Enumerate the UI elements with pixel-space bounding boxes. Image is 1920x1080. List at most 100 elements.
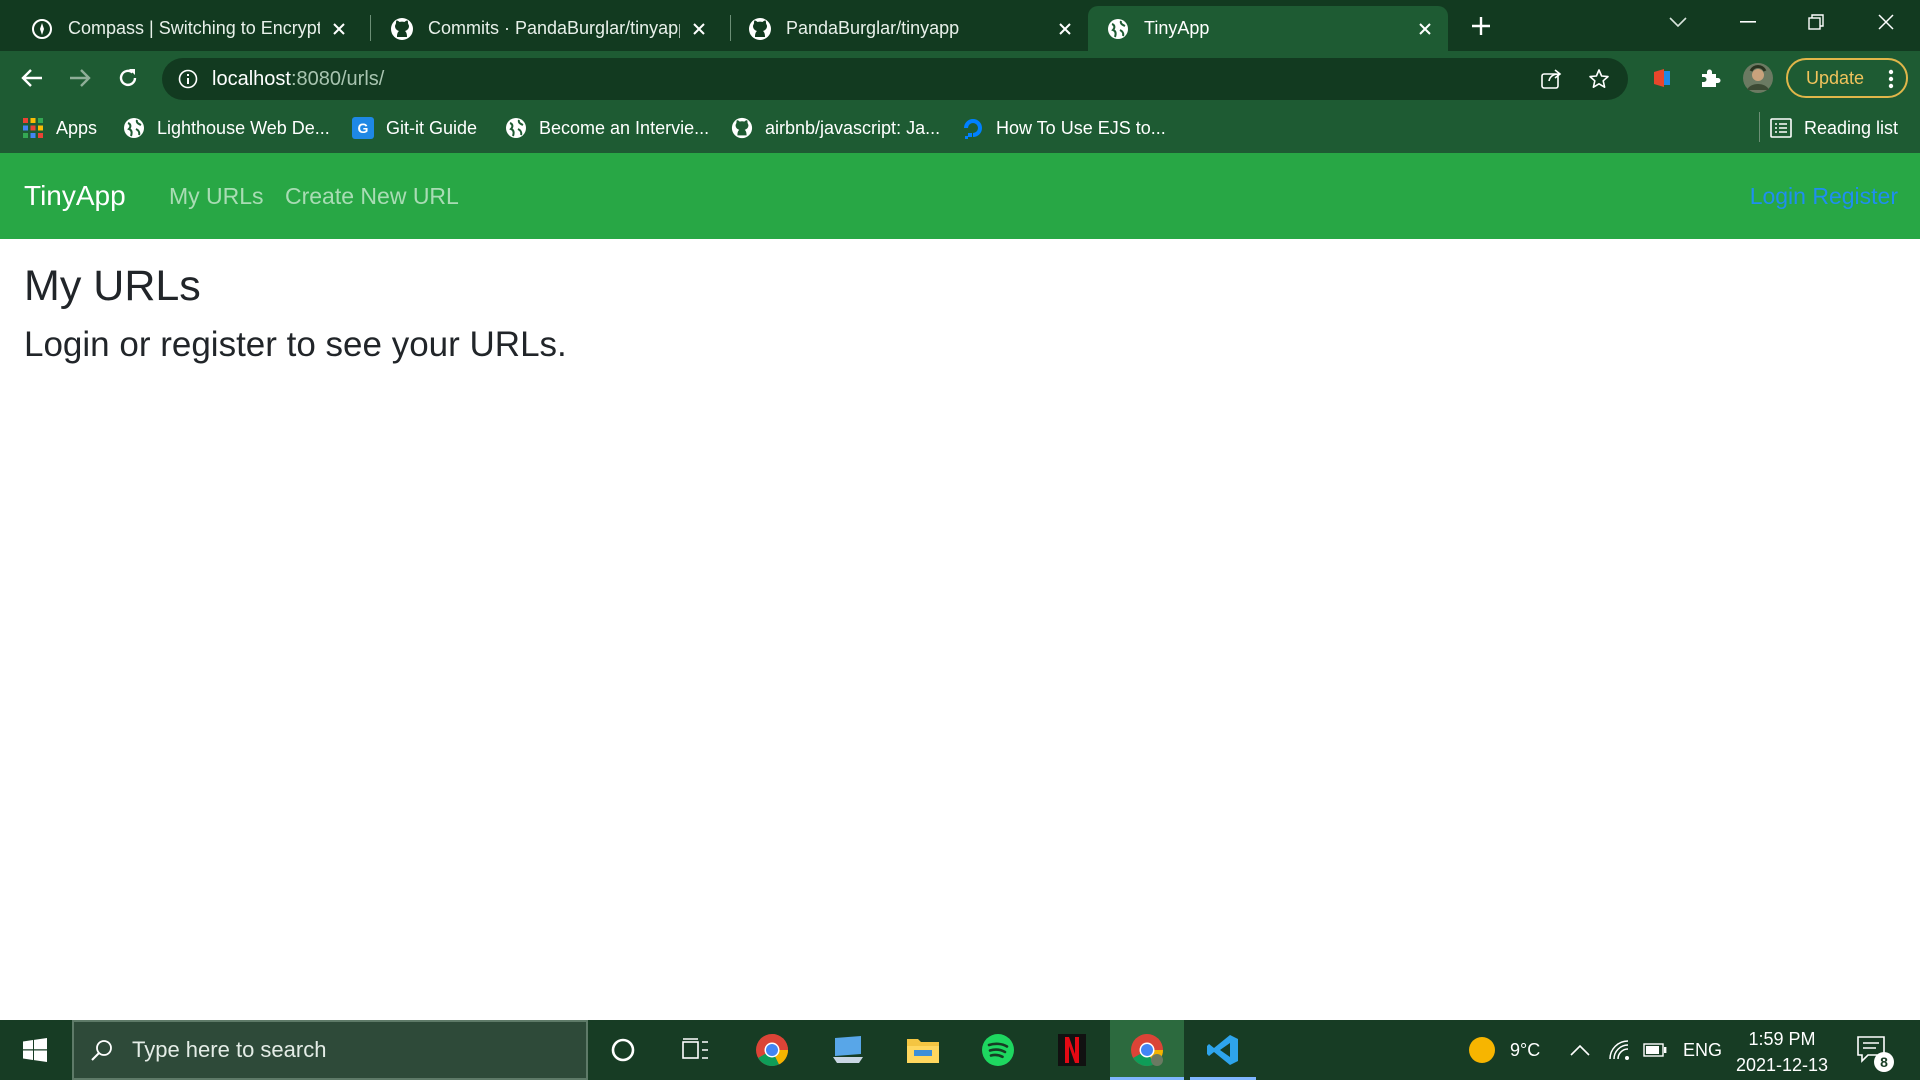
update-button[interactable]: Update xyxy=(1786,58,1908,98)
new-tab-button[interactable] xyxy=(1466,11,1496,41)
cortana-circle-icon xyxy=(611,1038,635,1062)
globe-icon xyxy=(1106,17,1130,41)
folder-icon xyxy=(907,1039,939,1063)
cortana-button[interactable] xyxy=(586,1020,660,1080)
tab-repo[interactable]: PandaBurglar/tinyapp xyxy=(730,6,1088,51)
url-host: localhost xyxy=(212,68,291,90)
extension-office-icon[interactable] xyxy=(1644,60,1680,96)
clock-time: 1:59 PM xyxy=(1748,1029,1816,1049)
tab-divider xyxy=(370,15,371,41)
close-tab-icon[interactable] xyxy=(1414,18,1436,40)
bookmark-lighthouse[interactable]: Lighthouse Web De... xyxy=(123,113,330,143)
menu-dots-icon[interactable] xyxy=(1888,69,1894,94)
sun-icon xyxy=(1469,1037,1495,1063)
url-text[interactable]: localhost:8080/urls/ xyxy=(212,58,384,100)
tab-strip: Compass | Switching to Encrypted Commits… xyxy=(0,0,1920,51)
reload-button[interactable] xyxy=(110,60,146,96)
tab-compass[interactable]: Compass | Switching to Encrypted xyxy=(12,6,362,51)
task-view-button[interactable] xyxy=(659,1020,733,1080)
globe-icon xyxy=(505,117,527,139)
navbar-brand[interactable]: TinyApp xyxy=(24,153,126,239)
tab-title: PandaBurglar/tinyapp xyxy=(786,18,960,38)
tab-commits[interactable]: Commits · PandaBurglar/tinyapp xyxy=(372,6,722,51)
tab-tinyapp[interactable]: TinyApp xyxy=(1088,6,1448,51)
close-window-button[interactable] xyxy=(1852,0,1920,44)
remote-desktop-icon xyxy=(833,1036,863,1063)
site-info-icon[interactable] xyxy=(176,67,200,91)
bookmark-apps[interactable]: Apps xyxy=(22,113,97,143)
github-icon xyxy=(731,117,753,139)
bookmark-ejs[interactable]: How To Use EJS to... xyxy=(962,113,1166,143)
git-it-icon: G xyxy=(352,117,374,139)
close-tab-icon[interactable] xyxy=(1054,18,1076,40)
wifi-icon[interactable] xyxy=(1608,1020,1630,1080)
nav-my-urls[interactable]: My URLs xyxy=(169,153,264,239)
spotify-icon xyxy=(982,1034,1014,1066)
apps-grid-icon xyxy=(22,117,44,139)
github-icon xyxy=(748,17,772,41)
bookmark-git-it[interactable]: G Git-it Guide xyxy=(352,113,477,143)
tab-title: Compass | Switching to Encrypted xyxy=(68,18,320,38)
windows-logo-icon xyxy=(23,1038,47,1062)
clock-date: 2021-12-13 xyxy=(1735,1055,1829,1075)
bookmarks-bar: Apps Lighthouse Web De... G Git-it Guide… xyxy=(0,105,1920,151)
notification-count-badge: 8 xyxy=(1874,1052,1894,1072)
app-navbar: TinyApp My URLs Create New URL Login Reg… xyxy=(0,153,1920,239)
minimize-button[interactable] xyxy=(1714,0,1782,44)
update-label: Update xyxy=(1806,67,1865,88)
globe-icon xyxy=(123,117,145,139)
restore-button[interactable] xyxy=(1782,0,1850,44)
bookmark-star-icon[interactable] xyxy=(1584,64,1614,94)
weather-widget[interactable]: 9°C xyxy=(1468,1020,1540,1080)
show-hidden-icons-chevron[interactable] xyxy=(1570,1020,1590,1080)
windows-taskbar: Type here to search 9°C ENG 1:59 PM 2021… xyxy=(0,1020,1920,1080)
search-icon xyxy=(90,1038,114,1062)
browser-toolbar: localhost:8080/urls/ Update xyxy=(0,51,1920,105)
tab-title: TinyApp xyxy=(1144,18,1210,38)
address-bar[interactable]: localhost:8080/urls/ xyxy=(162,58,1628,100)
close-tab-icon[interactable] xyxy=(688,18,710,40)
taskbar-file-explorer[interactable] xyxy=(886,1020,960,1080)
start-button[interactable] xyxy=(0,1020,70,1080)
bookmark-label: airbnb/javascript: Ja... xyxy=(765,117,941,138)
bookmark-airbnb[interactable]: airbnb/javascript: Ja... xyxy=(731,113,940,143)
profile-avatar[interactable] xyxy=(1740,60,1776,96)
tab-search-chevron-icon[interactable] xyxy=(1644,0,1712,44)
action-center-button[interactable]: 8 xyxy=(1852,1030,1894,1072)
taskbar-chrome-active[interactable] xyxy=(1110,1020,1184,1080)
svg-text:G: G xyxy=(358,120,369,136)
nav-create-new-url[interactable]: Create New URL xyxy=(285,153,459,239)
login-prompt-message: Login or register to see your URLs. xyxy=(24,325,567,364)
taskbar-remote-desktop[interactable] xyxy=(811,1020,885,1080)
taskbar-clock[interactable]: 1:59 PM 2021-12-13 xyxy=(1730,1026,1834,1078)
taskbar-spotify[interactable] xyxy=(961,1020,1035,1080)
close-tab-icon[interactable] xyxy=(328,18,350,40)
bookmarks-divider xyxy=(1759,112,1760,142)
bookmark-label: Apps xyxy=(56,117,98,138)
bookmark-interview[interactable]: Become an Intervie... xyxy=(505,113,709,143)
task-view-icon xyxy=(682,1038,708,1059)
bookmark-label: Git-it Guide xyxy=(386,117,478,138)
battery-icon[interactable] xyxy=(1643,1020,1667,1080)
taskbar-netflix[interactable] xyxy=(1035,1020,1109,1080)
tab-title: Commits · PandaBurglar/tinyapp xyxy=(428,18,680,38)
taskbar-vscode[interactable] xyxy=(1186,1020,1260,1080)
language-indicator[interactable]: ENG xyxy=(1683,1020,1722,1080)
taskbar-chrome[interactable] xyxy=(735,1020,809,1080)
share-icon[interactable] xyxy=(1536,64,1566,94)
github-icon xyxy=(390,17,414,41)
taskbar-search-box[interactable]: Type here to search xyxy=(72,1020,588,1080)
search-placeholder: Type here to search xyxy=(132,1037,327,1062)
bookmark-label: How To Use EJS to... xyxy=(996,117,1166,138)
reading-list-icon xyxy=(1770,117,1792,139)
reading-list-button[interactable]: Reading list xyxy=(1770,113,1898,143)
login-register-links[interactable]: Login Register xyxy=(1750,153,1898,239)
bookmark-label: Become an Intervie... xyxy=(539,117,710,138)
reading-list-label: Reading list xyxy=(1804,117,1899,138)
back-button[interactable] xyxy=(14,60,50,96)
forward-button[interactable] xyxy=(62,60,98,96)
bookmark-label: Lighthouse Web De... xyxy=(157,117,330,138)
compass-icon xyxy=(30,17,54,41)
extensions-puzzle-icon[interactable] xyxy=(1692,60,1728,96)
weather-temp: 9°C xyxy=(1510,1039,1541,1060)
